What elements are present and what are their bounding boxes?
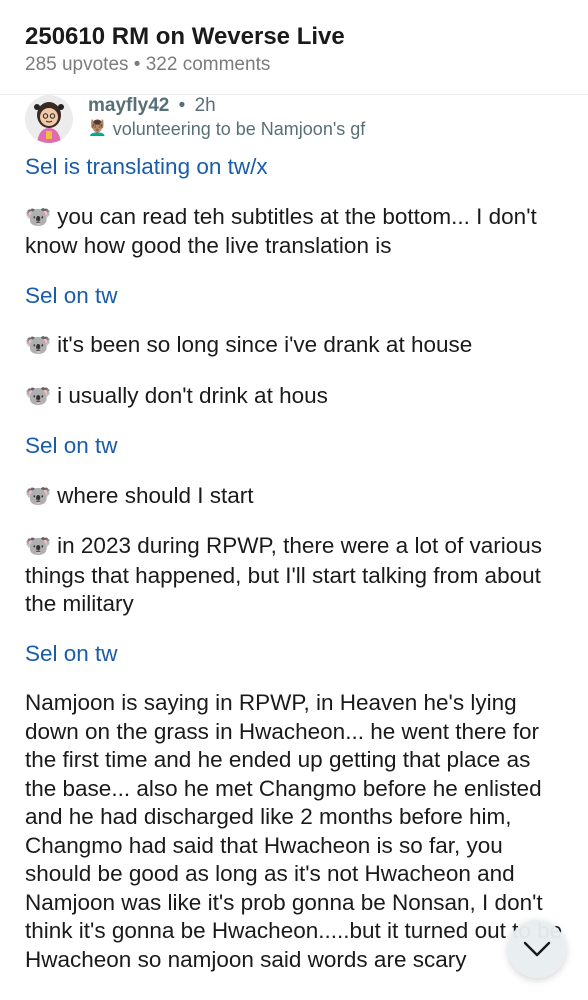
- comment-link[interactable]: Sel on tw: [25, 282, 565, 311]
- koala-icon: 🐨: [25, 535, 52, 558]
- comment-link[interactable]: Sel on tw: [25, 640, 565, 669]
- comment-paragraph: 🐨 it's been so long since i've drank at h…: [25, 331, 565, 361]
- user-flair: 💆🏽‍♂️ volunteering to be Namjoon's gf: [88, 118, 365, 140]
- comment-author[interactable]: mayfly42: [88, 95, 169, 116]
- comment-author-row: mayfly42 • 2h: [88, 94, 216, 118]
- paragraph-text: you can read teh subtitles at the bottom…: [25, 203, 537, 259]
- comment-paragraph: 🐨 in 2023 during RPWP, there were a lot o…: [25, 532, 565, 619]
- paragraph-text: where should I start: [57, 482, 254, 508]
- flair-text: volunteering to be Namjoon's gf: [112, 119, 366, 139]
- snoo-avatar-icon: [25, 95, 73, 143]
- koala-icon: 🐨: [25, 334, 52, 357]
- post-title[interactable]: 250610 RM on Weverse Live: [25, 22, 568, 52]
- paragraph-text: it's been so long since i've drank at ho…: [57, 332, 473, 357]
- comment-paragraph: Namjoon is saying in RPWP, in Heaven he'…: [25, 690, 563, 972]
- comment-link[interactable]: Sel is translating on tw/x: [25, 153, 565, 182]
- comment-body: Sel is translating on tw/x 🐨 you can read…: [25, 153, 565, 995]
- koala-icon: 🐨: [25, 384, 52, 408]
- comment-link[interactable]: Sel on tw: [25, 432, 565, 461]
- flair-emoji: 💆🏽‍♂️: [88, 120, 107, 137]
- chevron-down-icon: [523, 941, 551, 957]
- scroll-next-button[interactable]: [508, 920, 566, 978]
- user-avatar[interactable]: [25, 95, 73, 143]
- post-stats: 285 upvotes • 322 comments: [25, 54, 271, 75]
- paragraph-text: i usually don't drink at hous: [57, 382, 328, 408]
- comment-paragraph: 🐨 i usually don't drink at hous: [25, 382, 565, 412]
- paragraph-text: in 2023 during RPWP, there were a lot of…: [25, 533, 543, 616]
- comment-time: 2h: [194, 95, 216, 116]
- koala-icon: 🐨: [25, 484, 52, 508]
- comment-paragraph: 🐨 you can read teh subtitles at the botto…: [25, 203, 565, 261]
- meta-separator: •: [178, 95, 186, 116]
- koala-icon: 🐨: [25, 205, 52, 229]
- post-header: 250610 RM on Weverse Live 285 upvotes • …: [25, 22, 568, 77]
- comment-paragraph: 🐨 where should I start: [25, 482, 565, 512]
